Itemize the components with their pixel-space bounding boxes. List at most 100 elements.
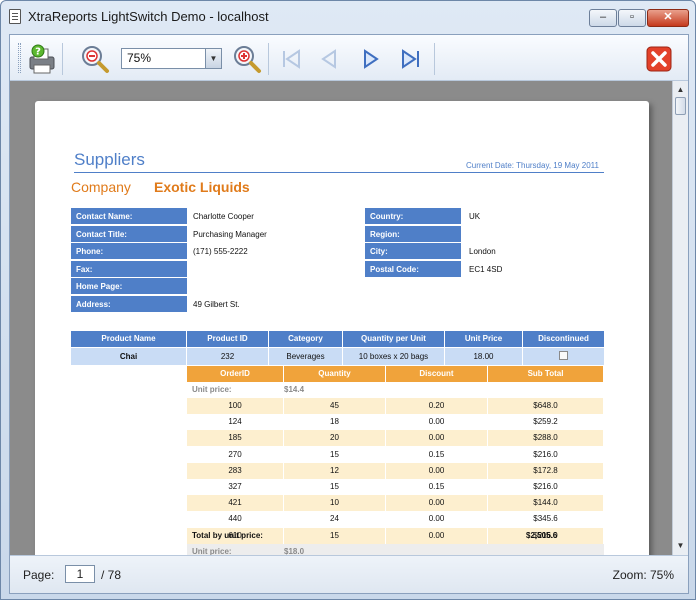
product-column-header: Product Name bbox=[71, 331, 187, 347]
field-label: Contact Title: bbox=[71, 225, 187, 242]
order-cell-sub-total: $172.8 bbox=[488, 462, 604, 479]
scroll-up-icon[interactable]: ▲ bbox=[674, 83, 687, 97]
category-cell: Beverages bbox=[269, 348, 343, 365]
field-label: Address: bbox=[71, 296, 187, 312]
order-cell-discount: 0.00 bbox=[386, 414, 488, 431]
order-cell-order-id: 440 bbox=[187, 511, 284, 528]
status-bar: Page: 1 / 78 Zoom: 75% bbox=[10, 555, 688, 593]
order-cell-discount: 0.00 bbox=[386, 527, 488, 544]
order-cell-quantity: 10 bbox=[284, 495, 386, 512]
table-row: 124 18 0.00 $259.2 bbox=[187, 414, 604, 431]
order-cell-sub-total: $648.0 bbox=[488, 398, 604, 414]
field-value: Purchasing Manager bbox=[193, 229, 267, 239]
zoom-dropdown[interactable]: 75% ▼ bbox=[121, 48, 222, 69]
document-icon bbox=[9, 9, 21, 24]
field-value: 49 Gilbert St. bbox=[193, 300, 240, 309]
print-icon: ? bbox=[29, 44, 55, 74]
order-cell-quantity: 12 bbox=[284, 462, 386, 479]
report-title: Suppliers bbox=[74, 150, 145, 169]
order-cell-order-id: 283 bbox=[187, 462, 284, 479]
previous-page-button[interactable] bbox=[312, 43, 346, 75]
field-label: Country: bbox=[365, 208, 461, 224]
current-date-label: Current Date: bbox=[466, 161, 515, 170]
page-label: Page: bbox=[23, 568, 55, 582]
field-value: (171) 555-2222 bbox=[193, 247, 248, 257]
maximize-button[interactable]: ▫ bbox=[618, 9, 646, 27]
print-button[interactable]: ? bbox=[24, 43, 58, 75]
order-cell-sub-total: $216.0 bbox=[488, 446, 604, 463]
first-page-button[interactable] bbox=[274, 43, 308, 75]
table-row: 421 10 0.00 $144.0 bbox=[187, 495, 604, 512]
first-page-icon bbox=[283, 49, 300, 69]
order-cell-discount: 0.00 bbox=[386, 495, 488, 512]
order-cell-discount: 0.00 bbox=[386, 462, 488, 479]
zoom-out-button[interactable] bbox=[78, 43, 112, 75]
field-value: UK bbox=[469, 212, 481, 221]
unit-price-cell: 18.00 bbox=[445, 348, 523, 365]
product-column-header: Quantity per Unit bbox=[343, 331, 445, 347]
order-cell-discount: 0.15 bbox=[386, 479, 488, 495]
field-label: Fax: bbox=[71, 260, 187, 277]
vertical-scrollbar[interactable]: ▲ ▼ bbox=[672, 81, 688, 555]
product-id-cell: 232 bbox=[187, 348, 269, 365]
window-close-button[interactable]: ✕ bbox=[647, 9, 689, 27]
company-label: Company bbox=[71, 179, 131, 195]
order-cell-quantity: 20 bbox=[284, 430, 386, 447]
page-number-input[interactable]: 1 bbox=[65, 565, 95, 583]
order-cell-quantity: 18 bbox=[284, 414, 386, 431]
report-viewport[interactable]: Suppliers Current Date: Thursday, 19 May… bbox=[10, 81, 672, 555]
table-row: 283 12 0.00 $172.8 bbox=[187, 462, 604, 479]
next-unit-price-value: $18.0 bbox=[284, 547, 305, 555]
order-cell-sub-total: $345.6 bbox=[488, 511, 604, 528]
discontinued-cell bbox=[523, 348, 605, 365]
field-label: Home Page: bbox=[71, 278, 187, 295]
company-name: Exotic Liquids bbox=[154, 179, 250, 195]
order-cell-discount: 0.20 bbox=[386, 398, 488, 414]
close-preview-button[interactable] bbox=[642, 43, 676, 75]
page-total: / 78 bbox=[101, 568, 122, 582]
scroll-down-icon[interactable]: ▼ bbox=[674, 539, 687, 553]
zoom-in-button[interactable] bbox=[230, 43, 264, 75]
order-cell-order-id: 124 bbox=[187, 414, 284, 431]
current-date-value: Thursday, 19 May 2011 bbox=[516, 161, 599, 170]
order-cell-sub-total: $216.0 bbox=[488, 479, 604, 495]
order-column-header: Sub Total bbox=[488, 366, 604, 382]
client-area: ? 75% ▼ Suppliers Current Date: Thursday… bbox=[9, 34, 689, 594]
total-label: Total by unit price: bbox=[192, 531, 263, 540]
order-cell-discount: 0.15 bbox=[386, 446, 488, 463]
field-value: EC1 4SD bbox=[469, 264, 503, 274]
order-cell-sub-total: $144.0 bbox=[488, 495, 604, 512]
toolbar-separator bbox=[434, 43, 435, 75]
next-group-band bbox=[187, 544, 604, 555]
quantity-per-unit-cell: 10 boxes x 20 bags bbox=[343, 348, 445, 365]
toolbar: ? 75% ▼ bbox=[10, 35, 688, 81]
order-column-header: Discount bbox=[386, 366, 488, 382]
title-rule bbox=[74, 172, 604, 173]
close-preview-icon bbox=[646, 46, 672, 72]
product-name-cell: Chai bbox=[71, 348, 187, 365]
app-window: XtraReports LightSwitch Demo - localhost… bbox=[0, 0, 696, 600]
field-value: London bbox=[469, 247, 496, 257]
order-cell-quantity: 15 bbox=[284, 479, 386, 495]
product-column-header: Category bbox=[269, 331, 343, 347]
order-cell-quantity: 15 bbox=[284, 527, 386, 544]
field-value: Charlotte Cooper bbox=[193, 212, 254, 221]
chevron-down-icon[interactable]: ▼ bbox=[205, 49, 221, 68]
last-page-button[interactable] bbox=[394, 43, 428, 75]
last-page-icon bbox=[402, 49, 419, 69]
minimize-button[interactable]: ‒ bbox=[589, 9, 617, 27]
zoom-dropdown-value: 75% bbox=[127, 51, 152, 65]
order-cell-order-id: 270 bbox=[187, 446, 284, 463]
scroll-thumb[interactable] bbox=[675, 97, 686, 115]
order-cell-sub-total: $259.2 bbox=[488, 414, 604, 431]
zoom-status: Zoom: 75% bbox=[612, 568, 674, 582]
order-cell-order-id: 327 bbox=[187, 479, 284, 495]
order-cell-quantity: 45 bbox=[284, 398, 386, 414]
title-bar: XtraReports LightSwitch Demo - localhost… bbox=[1, 1, 695, 31]
unit-price-value: $14.4 bbox=[284, 385, 305, 394]
current-date: Current Date: Thursday, 19 May 2011 bbox=[466, 161, 599, 170]
report-page: Suppliers Current Date: Thursday, 19 May… bbox=[35, 101, 649, 555]
next-page-button[interactable] bbox=[354, 43, 388, 75]
toolbar-separator bbox=[62, 43, 63, 75]
discontinued-checkbox bbox=[559, 351, 568, 361]
